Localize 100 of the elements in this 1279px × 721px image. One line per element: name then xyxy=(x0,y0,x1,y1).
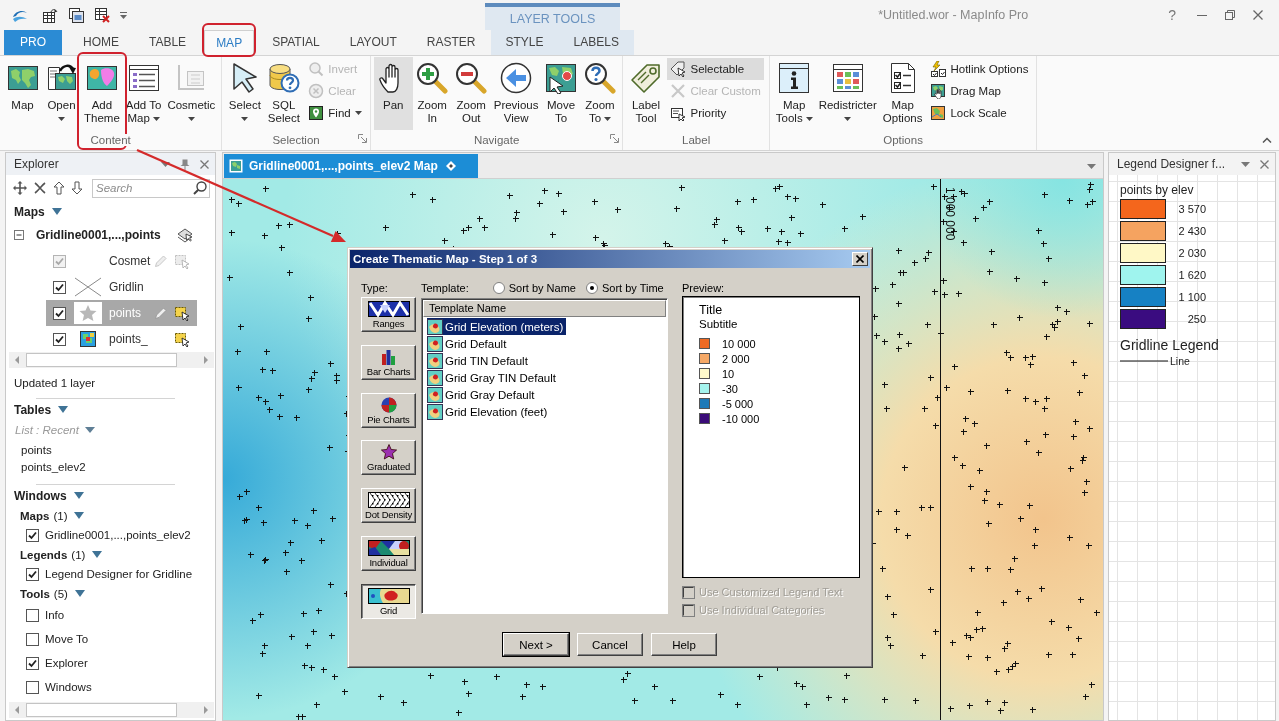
close-button[interactable] xyxy=(852,252,868,266)
window-item[interactable]: Windows xyxy=(45,681,92,693)
ribbon-button[interactable]: Drag Map xyxy=(927,80,1032,102)
window-item[interactable]: Legend Designer for Gridline xyxy=(45,568,193,580)
diamond-icon[interactable] xyxy=(445,161,456,171)
layer-row[interactable]: Gridlin xyxy=(46,274,197,300)
search-field[interactable]: Search xyxy=(92,178,210,198)
ribbon-button[interactable]: Pan xyxy=(373,57,413,130)
expand-arrow-icon[interactable] xyxy=(73,492,84,499)
expand-arrow-icon[interactable] xyxy=(51,208,62,215)
horizontal-scrollbar[interactable] xyxy=(9,352,214,368)
pin-icon[interactable] xyxy=(180,158,190,170)
window-item[interactable]: Gridline0001,...,points_elev2 xyxy=(45,529,191,541)
table-arrow-icon[interactable] xyxy=(42,7,58,23)
ribbon-button[interactable]: Hotlink Options xyxy=(927,58,1032,80)
template-item[interactable]: Grid TIN Default xyxy=(427,352,531,369)
checkbox[interactable] xyxy=(53,280,66,294)
type-button[interactable]: Dot Density xyxy=(361,488,416,524)
selectable-layer-icon[interactable] xyxy=(174,305,190,321)
column-header[interactable]: Template Name xyxy=(423,300,666,317)
down-arrow-icon[interactable] xyxy=(71,181,83,195)
ribbon-button[interactable]: Priority xyxy=(667,102,764,124)
sort-radio[interactable]: Sort by Time xyxy=(585,282,664,294)
ribbon-button[interactable]: Zoom Out xyxy=(451,57,491,130)
expand-arrow-icon[interactable] xyxy=(74,512,85,519)
table-item[interactable]: points xyxy=(6,442,215,459)
radio-icon[interactable] xyxy=(492,282,505,294)
template-item[interactable]: Grid Elevation (feet) xyxy=(427,403,551,420)
template-item[interactable]: Grid Elevation (meters) xyxy=(427,318,567,335)
table-item[interactable]: points_elev2 xyxy=(6,459,215,476)
dialog-button[interactable]: Cancel xyxy=(577,633,643,656)
dialog-button[interactable]: Help xyxy=(651,633,717,656)
type-button[interactable]: Bar Charts xyxy=(361,344,416,380)
checkbox[interactable] xyxy=(26,528,39,542)
template-item[interactable]: Grid Default xyxy=(427,335,510,352)
ribbon-tab[interactable]: HOME xyxy=(71,30,131,55)
type-button[interactable]: Ranges xyxy=(361,297,416,332)
layer-name[interactable]: Gridlin xyxy=(109,280,144,294)
ribbon-tab[interactable]: TABLE xyxy=(137,30,199,55)
template-list[interactable]: Template Name Grid Elevation (meters) Grid Default Grid TIN Default Grid Gray TIN Default Grid Gray Default Grid Elevation (feet) xyxy=(421,298,668,614)
document-tab[interactable]: Gridline0001,...,points_elev2 Map xyxy=(224,154,478,178)
table-cross-icon[interactable] xyxy=(94,7,110,23)
checkbox[interactable] xyxy=(26,656,39,670)
dropdown-arrow-icon[interactable] xyxy=(1241,161,1250,167)
horizontal-scrollbar[interactable] xyxy=(9,702,214,718)
type-button[interactable]: Pie Charts xyxy=(361,392,416,428)
template-item[interactable]: Grid Gray Default xyxy=(427,386,538,403)
collapse-caret-icon[interactable] xyxy=(1262,137,1272,143)
selectable-layer-icon[interactable] xyxy=(174,331,190,347)
collapse-box-icon[interactable] xyxy=(14,230,24,240)
ribbon-button[interactable]: Move To xyxy=(541,57,581,130)
ribbon-tab[interactable]: LABELS xyxy=(561,30,631,55)
dialog-button[interactable]: Next > xyxy=(503,633,569,656)
ribbon-button[interactable]: Previous View xyxy=(490,57,542,130)
close-icon[interactable] xyxy=(1260,159,1269,169)
checkbox[interactable] xyxy=(26,632,39,646)
ribbon-button[interactable]: Find xyxy=(305,102,365,124)
ribbon-button[interactable]: Add To Map xyxy=(122,57,165,130)
restore-icon[interactable] xyxy=(1225,10,1235,20)
close-icon[interactable] xyxy=(200,159,209,169)
ribbon-tab[interactable]: LAYOUT xyxy=(337,30,409,55)
ribbon-button[interactable]: Map Tools xyxy=(772,57,816,130)
ribbon-button[interactable]: Selectable xyxy=(667,58,764,80)
window-item[interactable]: Explorer xyxy=(45,657,88,669)
map-name[interactable]: Gridline0001,...,points xyxy=(36,228,161,242)
help-button[interactable]: ? xyxy=(1168,7,1176,23)
expand-arrow-icon[interactable] xyxy=(92,551,103,558)
type-button[interactable]: Individual xyxy=(361,536,416,572)
dialog-launcher-icon[interactable] xyxy=(610,134,620,143)
swirl-logo-icon[interactable] xyxy=(12,8,28,22)
customize-caret-icon[interactable] xyxy=(120,11,127,19)
ribbon-button[interactable]: SQL Select xyxy=(264,57,304,130)
ribbon-button[interactable]: Zoom In xyxy=(412,57,452,130)
checkbox[interactable] xyxy=(26,680,39,694)
ribbon-button[interactable]: Cosmetic xyxy=(164,57,219,130)
checkbox[interactable] xyxy=(26,608,39,622)
dropdown-arrow-icon[interactable] xyxy=(84,427,95,433)
ribbon-button[interactable]: Label Tool xyxy=(626,57,666,130)
ribbon-button[interactable]: Zoom To xyxy=(580,57,620,130)
ribbon-button[interactable]: Open xyxy=(42,57,81,130)
layer-name[interactable]: points_ xyxy=(109,332,148,346)
ribbon-tab[interactable]: STYLE xyxy=(493,30,556,55)
ribbon-tab[interactable]: SPATIAL xyxy=(260,30,332,55)
ribbon-tab[interactable]: PRO xyxy=(4,30,62,55)
crossed-arrows-icon[interactable] xyxy=(33,181,47,195)
template-item[interactable]: Grid Gray TIN Default xyxy=(427,369,559,386)
ribbon-button[interactable]: Select xyxy=(225,57,265,130)
up-arrow-icon[interactable] xyxy=(53,181,65,195)
window-item[interactable]: Info xyxy=(45,609,65,621)
expand-arrow-icon[interactable] xyxy=(58,406,69,413)
ribbon-tab[interactable]: RASTER xyxy=(414,30,488,55)
checkbox[interactable] xyxy=(53,332,66,346)
ribbon-button[interactable]: Map xyxy=(3,57,42,130)
layers-cursor-icon[interactable] xyxy=(177,227,193,243)
window-stack-icon[interactable] xyxy=(68,7,84,23)
expand-arrow-icon[interactable] xyxy=(74,590,85,597)
radio-icon[interactable] xyxy=(585,282,598,294)
checkbox[interactable] xyxy=(53,306,66,320)
window-item[interactable]: Move To xyxy=(45,633,89,645)
close-icon[interactable] xyxy=(1253,10,1263,20)
